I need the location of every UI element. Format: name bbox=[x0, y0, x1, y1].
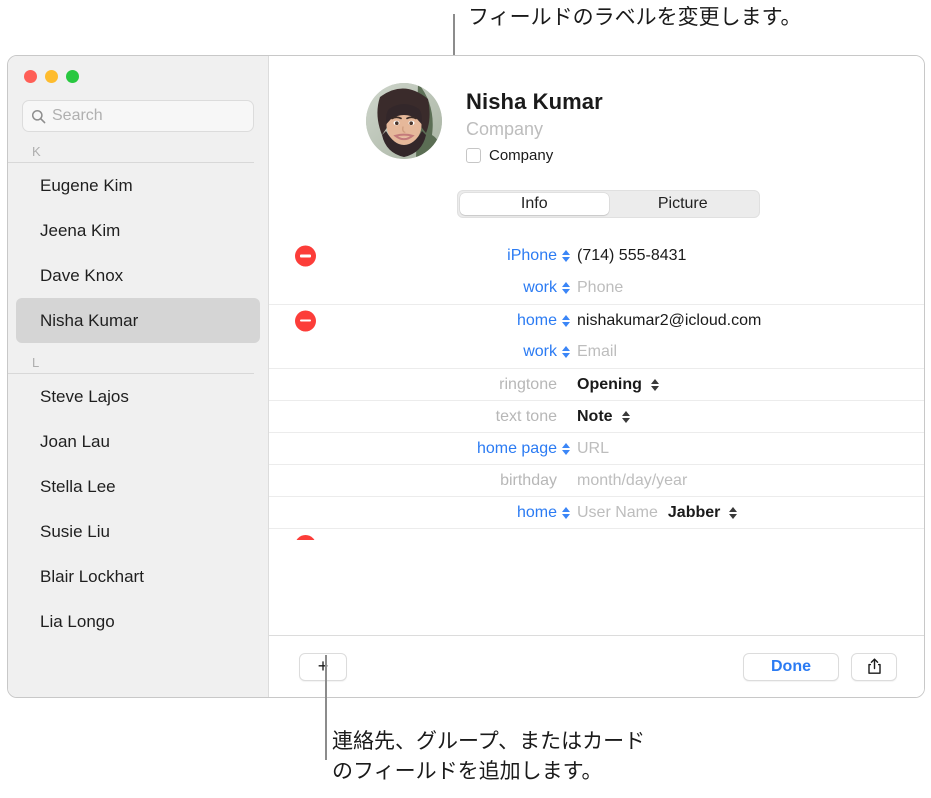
callout-bottom-leader-line bbox=[325, 655, 327, 760]
minimize-window-button[interactable] bbox=[45, 70, 58, 83]
detail-bottom-toolbar: + Done bbox=[269, 635, 924, 697]
contacts-window: K Eugene Kim Jeena Kim Dave Knox Nisha K… bbox=[7, 55, 925, 698]
remove-field-button[interactable] bbox=[295, 245, 316, 267]
value-stepper-icon[interactable] bbox=[648, 378, 662, 391]
field-label-im-home[interactable]: home bbox=[392, 504, 559, 522]
field-value-email[interactable]: nishakumar2@icloud.com bbox=[577, 312, 761, 330]
list-item[interactable]: Eugene Kim bbox=[16, 163, 260, 208]
company-checkbox-row[interactable]: Company bbox=[466, 147, 603, 164]
contact-name-block: Nisha Kumar Company Company bbox=[442, 83, 603, 164]
remove-field-button[interactable] bbox=[295, 535, 316, 540]
list-item[interactable]: Stella Lee bbox=[16, 464, 260, 509]
search-field[interactable] bbox=[22, 100, 254, 132]
field-row-birthday: birthday month/day/year bbox=[269, 464, 924, 496]
field-label-work-phone[interactable]: work bbox=[392, 279, 559, 297]
share-icon bbox=[867, 658, 881, 674]
company-checkbox-label: Company bbox=[489, 147, 554, 164]
list-item[interactable]: Jeena Kim bbox=[16, 208, 260, 253]
done-button[interactable]: Done bbox=[743, 652, 839, 681]
field-label-home-email[interactable]: home bbox=[392, 312, 559, 330]
contact-card-header: Nisha Kumar Company Company bbox=[269, 56, 924, 164]
tab-picture[interactable]: Picture bbox=[609, 193, 758, 215]
search-input[interactable] bbox=[52, 107, 245, 125]
section-header-k: K bbox=[8, 132, 254, 163]
field-row-work-phone: work Phone bbox=[269, 272, 924, 304]
contact-fields-list: iPhone (714) 555-8431 work Phone home ni… bbox=[269, 240, 924, 540]
field-label-home-page[interactable]: home page bbox=[392, 440, 559, 458]
field-value-text-tone[interactable]: Note bbox=[577, 408, 613, 426]
label-stepper-icon[interactable] bbox=[559, 250, 573, 262]
list-item[interactable]: Susie Liu bbox=[16, 509, 260, 554]
list-item[interactable]: Steve Lajos bbox=[16, 374, 260, 419]
field-row-iphone: iPhone (714) 555-8431 bbox=[269, 240, 924, 272]
contact-detail-pane: Nisha Kumar Company Company Info Picture… bbox=[269, 56, 924, 697]
field-label-work-email[interactable]: work bbox=[392, 343, 559, 361]
callout-bottom-text: 連絡先、グループ、またはカード のフィールドを追加します。 bbox=[332, 729, 646, 783]
label-stepper-icon[interactable] bbox=[559, 346, 573, 358]
field-row-work-email: work Email bbox=[269, 336, 924, 368]
field-label-iphone[interactable]: iPhone bbox=[392, 247, 559, 265]
field-row-ringtone: ringtone Opening bbox=[269, 368, 924, 400]
window-traffic-lights bbox=[8, 56, 268, 83]
list-item[interactable]: Lia Longo bbox=[16, 599, 260, 644]
section-header-l: L bbox=[8, 343, 254, 374]
callout-top-text: フィールドのラベルを変更します。 bbox=[468, 5, 802, 29]
label-stepper-icon[interactable] bbox=[559, 506, 573, 519]
contact-detail-scroll-area: Nisha Kumar Company Company Info Picture… bbox=[269, 56, 924, 635]
label-stepper-icon[interactable] bbox=[559, 442, 573, 455]
field-value-phone[interactable]: (714) 555-8431 bbox=[577, 247, 686, 265]
field-value-user-name[interactable]: User Name bbox=[577, 504, 658, 522]
field-label-text-tone: text tone bbox=[495, 407, 557, 425]
page-title[interactable]: Nisha Kumar bbox=[466, 89, 603, 115]
field-label-ringtone: ringtone bbox=[499, 375, 557, 393]
remove-field-button[interactable] bbox=[295, 310, 316, 331]
share-button[interactable] bbox=[851, 652, 897, 681]
list-item[interactable]: Dave Knox bbox=[16, 253, 260, 298]
label-stepper-icon[interactable] bbox=[559, 314, 573, 327]
field-row-home-email: home nishakumar2@icloud.com bbox=[269, 304, 924, 336]
field-row-text-tone: text tone Note bbox=[269, 400, 924, 432]
field-value-birthday[interactable]: month/day/year bbox=[577, 472, 687, 490]
field-row-clipped bbox=[269, 528, 924, 540]
field-row-home-page: home page URL bbox=[269, 432, 924, 464]
field-value-im-service[interactable]: Jabber bbox=[668, 504, 720, 522]
list-item[interactable]: Joan Lau bbox=[16, 419, 260, 464]
field-value-phone-placeholder[interactable]: Phone bbox=[577, 279, 623, 297]
field-row-instant-message: home User Name Jabber bbox=[269, 496, 924, 528]
field-label-birthday: birthday bbox=[500, 471, 557, 489]
label-stepper-icon[interactable] bbox=[559, 282, 573, 294]
company-field[interactable]: Company bbox=[466, 119, 603, 140]
add-field-button[interactable]: + bbox=[299, 652, 347, 681]
info-picture-tab-bar: Info Picture bbox=[457, 190, 760, 218]
value-stepper-icon[interactable] bbox=[726, 506, 740, 519]
field-value-url[interactable]: URL bbox=[577, 440, 609, 458]
company-checkbox[interactable] bbox=[466, 148, 481, 163]
search-icon bbox=[31, 109, 46, 123]
avatar[interactable] bbox=[366, 83, 442, 159]
contact-photo-image bbox=[366, 83, 442, 159]
value-stepper-icon[interactable] bbox=[619, 410, 633, 423]
tab-info[interactable]: Info bbox=[460, 193, 609, 215]
contacts-sidebar: K Eugene Kim Jeena Kim Dave Knox Nisha K… bbox=[8, 56, 269, 697]
list-item-selected[interactable]: Nisha Kumar bbox=[16, 298, 260, 343]
field-value-ringtone[interactable]: Opening bbox=[577, 376, 642, 394]
close-window-button[interactable] bbox=[24, 70, 37, 83]
list-item[interactable]: Blair Lockhart bbox=[16, 554, 260, 599]
field-value-email-placeholder[interactable]: Email bbox=[577, 343, 617, 361]
maximize-window-button[interactable] bbox=[66, 70, 79, 83]
